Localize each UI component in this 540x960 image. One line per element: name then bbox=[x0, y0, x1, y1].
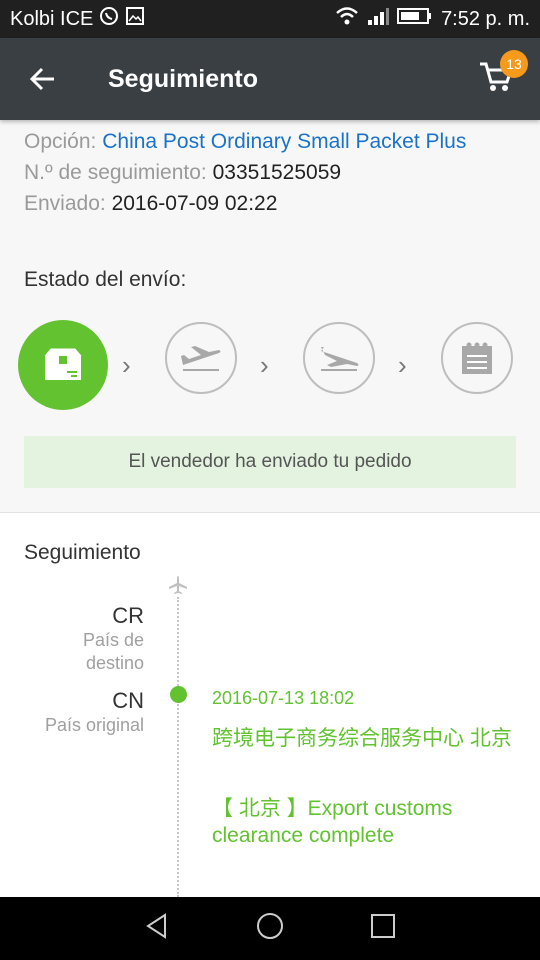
timeline-line bbox=[177, 597, 179, 897]
package-icon bbox=[44, 348, 82, 380]
carrier-name: Kolbi ICE bbox=[10, 7, 94, 30]
chevron-right-icon: › bbox=[398, 350, 407, 380]
step-departed bbox=[165, 322, 237, 394]
home-circle-icon bbox=[257, 913, 283, 939]
option-row: Opción: China Post Ordinary Small Packet… bbox=[24, 126, 524, 157]
shipment-info: Opción: China Post Ordinary Small Packet… bbox=[24, 126, 524, 219]
step-arrived bbox=[303, 322, 375, 394]
timeline-dot bbox=[170, 686, 187, 703]
origin-label: País original bbox=[44, 715, 144, 735]
system-nav-bar bbox=[0, 897, 540, 960]
app-bar: Seguimiento 13 bbox=[0, 38, 540, 120]
destination-country: CR País de destino bbox=[64, 603, 144, 675]
clock-time: 7:52 p. m. bbox=[441, 7, 530, 30]
tracking-number-value: 03351525059 bbox=[212, 161, 342, 184]
image-icon bbox=[125, 6, 145, 32]
back-button[interactable] bbox=[0, 38, 84, 120]
option-label: Opción: bbox=[24, 130, 97, 153]
tracking-number-label: N.º de seguimiento: bbox=[24, 161, 207, 184]
event-date: 2016-07-13 18:02 bbox=[212, 688, 355, 708]
plane-landing-icon bbox=[321, 347, 359, 371]
back-triangle-icon bbox=[146, 913, 166, 939]
nav-back-button[interactable] bbox=[143, 912, 171, 945]
sent-value: 2016-07-09 02:22 bbox=[111, 192, 278, 215]
plane-takeoff-icon bbox=[181, 346, 221, 371]
destination-code: CR bbox=[112, 603, 144, 628]
status-bar: Kolbi ICE 7:52 p. m. bbox=[0, 0, 540, 38]
destination-label: País de destino bbox=[82, 630, 144, 673]
origin-country: CN País original bbox=[45, 688, 144, 737]
chevron-right-icon: › bbox=[260, 350, 269, 380]
shipment-status-label: Estado del envío: bbox=[24, 268, 187, 291]
whatsapp-icon bbox=[99, 6, 119, 32]
tracking-section: Seguimiento CR País de destino CN País o… bbox=[0, 513, 540, 897]
recents-square-icon bbox=[371, 914, 395, 938]
chevron-right-icon: › bbox=[122, 350, 131, 380]
shipment-steps: › › › bbox=[18, 320, 518, 410]
page-title: Seguimiento bbox=[108, 64, 259, 93]
calendar-icon bbox=[462, 342, 492, 374]
cart-button[interactable]: 13 bbox=[478, 50, 528, 98]
sent-row: Enviado: 2016-07-09 02:22 bbox=[24, 188, 524, 219]
status-notice: El vendedor ha enviado tu pedido bbox=[24, 436, 516, 488]
arrow-left-icon bbox=[29, 67, 54, 91]
event-description: 【 北京 】Export customs clearance complete bbox=[212, 797, 453, 847]
nav-recents-button[interactable] bbox=[369, 912, 397, 945]
event-place: 跨境电子商务综合服务中心 北京 bbox=[212, 727, 512, 750]
tracking-title: Seguimiento bbox=[24, 541, 141, 564]
cart-count-badge: 13 bbox=[500, 50, 528, 78]
sent-label: Enviado: bbox=[24, 192, 106, 215]
origin-code: CN bbox=[112, 688, 144, 713]
tracking-number-row: N.º de seguimiento: 03351525059 bbox=[24, 157, 524, 188]
signal-icon bbox=[367, 6, 390, 32]
nav-home-button[interactable] bbox=[255, 911, 285, 946]
step-shipped bbox=[18, 320, 108, 410]
step-delivered bbox=[441, 322, 513, 394]
wifi-icon bbox=[335, 6, 359, 32]
battery-icon bbox=[397, 6, 433, 32]
option-value[interactable]: China Post Ordinary Small Packet Plus bbox=[102, 130, 466, 153]
